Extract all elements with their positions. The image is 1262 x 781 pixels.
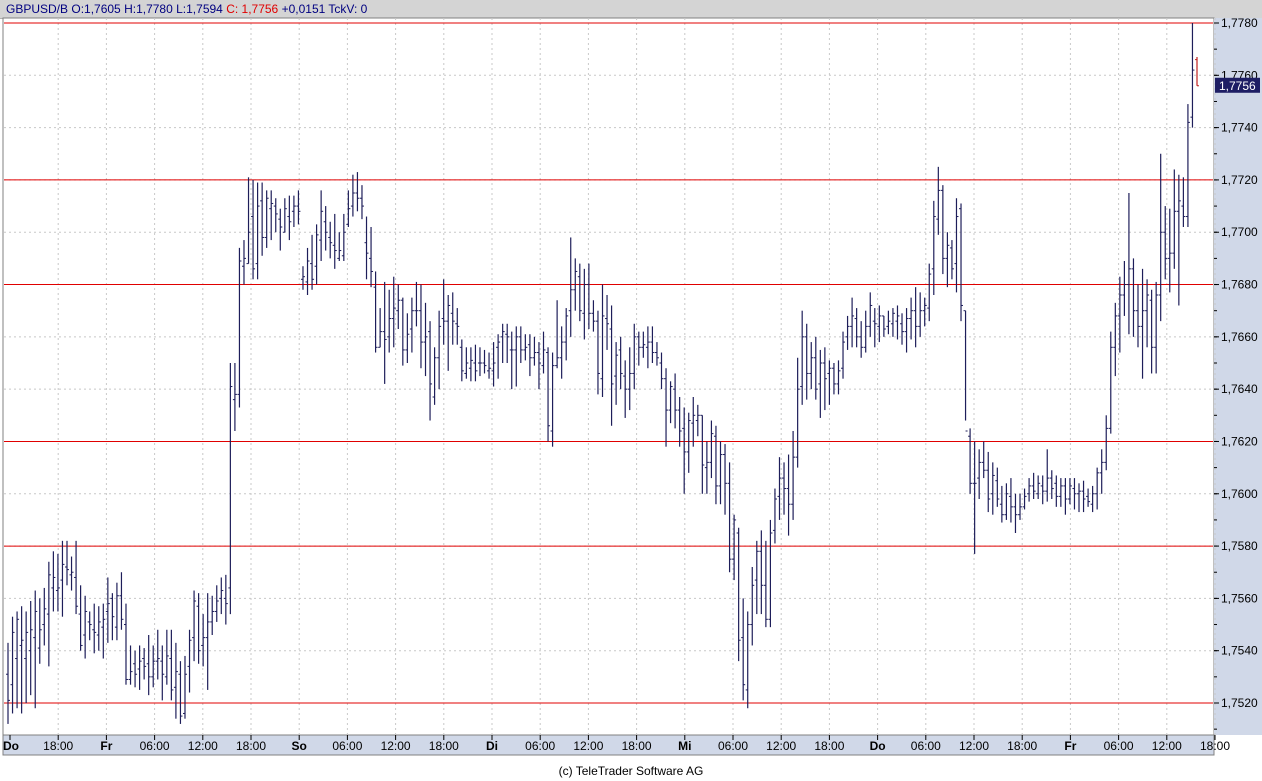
x-tick-label: 12:00	[766, 739, 796, 753]
y-tick-label: 1,7560	[1221, 591, 1258, 605]
copyright-text: (c) TeleTrader Software AG	[558, 764, 704, 778]
x-tick-label: 12:00	[381, 739, 411, 753]
x-tick-label: 18:00	[43, 739, 73, 753]
y-tick-label: 1,7680	[1221, 278, 1258, 292]
x-tick-label: 06:00	[140, 739, 170, 753]
y-tick-label: 1,7780	[1221, 16, 1258, 30]
ohlc-chart[interactable]: 1,7520 1,7540 1,7560 1,7580 1,7600 1,7620 1,76…	[0, 0, 1262, 762]
y-tick-label: 1,7660	[1221, 330, 1258, 344]
x-tick-label: 18:00	[622, 739, 652, 753]
x-tick-label: 06:00	[911, 739, 941, 753]
y-tick-label: 1,7740	[1221, 121, 1258, 135]
x-tick-label: 18:00	[429, 739, 459, 753]
y-tick-label: 1,7700	[1221, 225, 1258, 239]
x-tick-label: Di	[486, 739, 498, 753]
x-tick-label: 06:00	[1104, 739, 1134, 753]
x-tick-label: 18:00	[236, 739, 266, 753]
x-tick-label: 06:00	[525, 739, 555, 753]
x-tick-label: 12:00	[959, 739, 989, 753]
x-tick-label: 12:00	[573, 739, 603, 753]
y-tick-label: 1,7520	[1221, 696, 1258, 710]
x-tick-label: 18:00	[1007, 739, 1037, 753]
y-tick-label: 1,7640	[1221, 382, 1258, 396]
y-tick-label: 1,7540	[1221, 644, 1258, 658]
x-tick-label: Fr	[100, 739, 112, 753]
x-tick-label: 18:00	[814, 739, 844, 753]
x-tick-label: Mi	[678, 739, 691, 753]
x-tick-label: 18:00	[1200, 739, 1230, 753]
x-tick-label: So	[292, 739, 307, 753]
x-tick-label: 06:00	[332, 739, 362, 753]
y-tick-label: 1,7580	[1221, 539, 1258, 553]
y-tick-label: 1,7600	[1221, 487, 1258, 501]
plot-area-border	[2, 17, 1215, 736]
x-tick-label: Do	[3, 739, 19, 753]
x-tick-label: Do	[870, 739, 886, 753]
x-tick-label: 06:00	[718, 739, 748, 753]
y-tick-label: 1,7720	[1221, 173, 1258, 187]
y-tick-label: 1,7620	[1221, 434, 1258, 448]
current-price-label: 1,7756	[1219, 79, 1256, 93]
x-tick-label: 12:00	[188, 739, 218, 753]
current-price-badge: 1,7756	[1215, 77, 1260, 93]
x-tick-label: Fr	[1064, 739, 1076, 753]
x-tick-label: 12:00	[1152, 739, 1182, 753]
